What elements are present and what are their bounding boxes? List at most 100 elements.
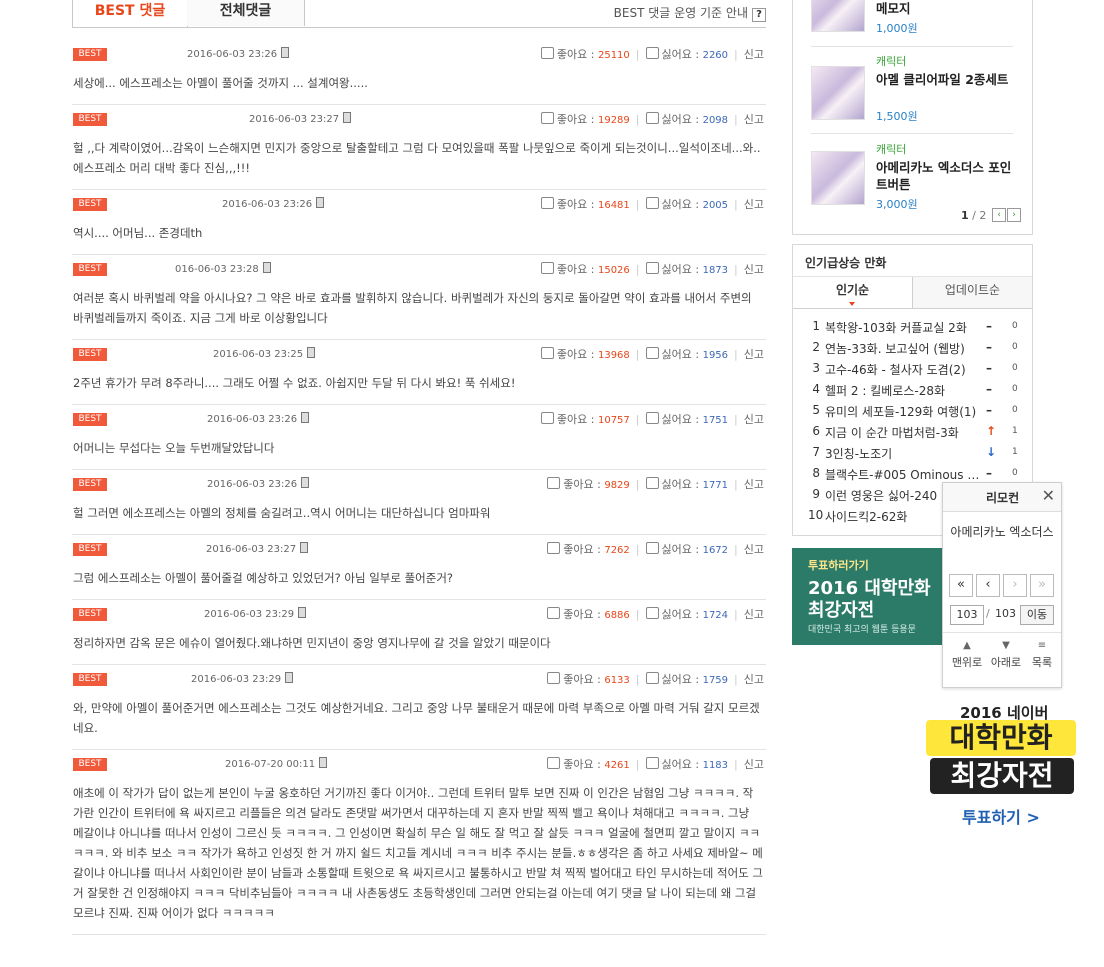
dislike-button[interactable]: 싫어요 : 1771 <box>645 477 728 491</box>
rank-title[interactable]: 복학왕-103화 커플교실 2화 <box>825 319 980 336</box>
dislike-label: 싫어요 <box>661 413 692 426</box>
dislike-count: 1873 <box>702 265 729 276</box>
report-button[interactable]: 신고 <box>744 113 764 126</box>
ranking-item[interactable]: 4 헬퍼 2 : 킬베로스-28화 – 0 <box>812 382 1022 402</box>
prev-page-button[interactable]: ‹ <box>976 574 1000 597</box>
like-button[interactable]: 좋아요 : 15026 <box>540 262 630 276</box>
like-button[interactable]: 좋아요 : 9829 <box>547 477 630 491</box>
last-page-button[interactable]: » <box>1030 574 1054 597</box>
comment-votes: 좋아요 : 19289 | 싫어요 : 2098 | 신고 <box>540 111 764 127</box>
rank-change-icon: – <box>986 382 992 396</box>
like-button[interactable]: 좋아요 : 19289 <box>540 112 630 126</box>
comment-date-text: 016-06-03 23:28 <box>175 264 259 275</box>
best-badge: BEST <box>73 478 107 491</box>
list-button[interactable]: ≡ 목록 <box>1023 640 1061 670</box>
rank-title[interactable]: 지금 이 순간 마법처럼-3화 <box>825 424 980 441</box>
tab-update[interactable]: 업데이트순 <box>913 277 1032 308</box>
goods-name[interactable]: 아멜 클리어파일 2종세트 <box>876 71 1016 88</box>
best-badge: BEST <box>73 198 107 211</box>
ranking-item[interactable]: 1 복학왕-103화 커플교실 2화 – 0 <box>812 319 1022 339</box>
report-button[interactable]: 신고 <box>744 758 764 771</box>
ranking-item[interactable]: 5 유미의 세포들-129화 여행(1) – 0 <box>812 403 1022 423</box>
dislike-button[interactable]: 싫어요 : 2260 <box>645 47 728 61</box>
next-page-button[interactable]: › <box>1003 574 1027 597</box>
scroll-down-button[interactable]: ▼ 아래로 <box>987 640 1025 670</box>
thumbs-up-icon <box>540 47 554 59</box>
like-button[interactable]: 좋아요 : 6886 <box>547 607 630 621</box>
ranking-item[interactable]: 2 연놈-33화. 보고싶어 (웹방) – 0 <box>812 340 1022 360</box>
dislike-button[interactable]: 싫어요 : 1759 <box>645 672 728 686</box>
report-button[interactable]: 신고 <box>744 348 764 361</box>
comment-item: BEST 2016-06-03 23:26 좋아요 : 9829 | 싫어요 : 177… <box>72 472 766 535</box>
move-button[interactable]: 이동 <box>1020 605 1054 625</box>
dislike-button[interactable]: 싫어요 : 1724 <box>645 607 728 621</box>
goods-name[interactable]: 아메리카노 엑소더스 포인트버튼 <box>876 159 1016 193</box>
report-button[interactable]: 신고 <box>744 263 764 276</box>
comment-date: 2016-06-03 23:27 <box>206 542 309 555</box>
goods-thumbnail[interactable] <box>811 66 865 120</box>
rank-title[interactable]: 블랙수트-#005 Ominous Sh <box>825 466 980 483</box>
help-icon[interactable]: ? <box>752 8 766 22</box>
dislike-label: 싫어요 <box>661 673 692 686</box>
dislike-button[interactable]: 싫어요 : 1956 <box>645 347 728 361</box>
like-button[interactable]: 좋아요 : 10757 <box>540 412 630 426</box>
best-guide-link[interactable]: BEST 댓글 운영 기준 안내? <box>614 4 766 22</box>
dislike-button[interactable]: 싫어요 : 1183 <box>645 757 728 771</box>
naver-contest-badge[interactable]: 2016 네이버 대학만화 최강자전 투표하기 > <box>916 702 1086 830</box>
report-button[interactable]: 신고 <box>744 478 764 491</box>
ranking-item[interactable]: 7 3인칭-노조기 ↓ 1 <box>812 445 1022 465</box>
report-button[interactable]: 신고 <box>744 673 764 686</box>
report-button[interactable]: 신고 <box>744 543 764 556</box>
dislike-button[interactable]: 싫어요 : 2005 <box>645 197 728 211</box>
first-page-button[interactable]: « <box>949 574 973 597</box>
goods-item[interactable]: 캐릭터 아멜 클리어파일 2종세트 1,500원 <box>811 53 1015 133</box>
dislike-button[interactable]: 싫어요 : 1751 <box>645 412 728 426</box>
best-badge: BEST <box>73 413 107 426</box>
like-button[interactable]: 좋아요 : 7262 <box>547 542 630 556</box>
like-button[interactable]: 좋아요 : 4261 <box>547 757 630 771</box>
dislike-button[interactable]: 싫어요 : 2098 <box>645 112 728 126</box>
like-label: 좋아요 <box>556 198 588 211</box>
report-button[interactable]: 신고 <box>744 48 764 61</box>
report-button[interactable]: 신고 <box>744 608 764 621</box>
scroll-top-button[interactable]: ▲ 맨위로 <box>948 640 986 670</box>
report-button[interactable]: 신고 <box>744 198 764 211</box>
page-number-input[interactable]: 103 <box>950 605 984 625</box>
like-button[interactable]: 좋아요 : 13968 <box>540 347 630 361</box>
like-button[interactable]: 좋아요 : 25110 <box>540 47 630 61</box>
rank-title[interactable]: 고수-46화 - 철사자 도겸(2) <box>825 361 980 378</box>
close-icon[interactable]: ✕ <box>1042 486 1055 505</box>
like-button[interactable]: 좋아요 : 16481 <box>540 197 630 211</box>
tab-popular[interactable]: 인기순 <box>793 277 913 308</box>
badge-title: 대학만화 <box>926 720 1076 756</box>
vote-link[interactable]: 투표하기 > <box>962 804 1040 828</box>
comment-votes: 좋아요 : 16481 | 싫어요 : 2005 | 신고 <box>540 196 764 212</box>
rank-title[interactable]: 헬퍼 2 : 킬베로스-28화 <box>825 382 980 399</box>
contest-banner[interactable]: 투표하러가기 2016 대학만화 최강자전 대한민국 최고의 웹툰 등용문 <box>792 548 942 645</box>
tab-best-comments[interactable]: BEST 댓글 <box>72 0 188 27</box>
goods-prev-button[interactable]: ‹ <box>992 208 1006 222</box>
dislike-label: 싫어요 <box>661 478 692 491</box>
rank-title[interactable]: 유미의 세포들-129화 여행(1) <box>825 403 980 420</box>
goods-thumbnail[interactable] <box>811 151 865 205</box>
rank-title[interactable]: 연놈-33화. 보고싶어 (웹방) <box>825 340 980 357</box>
goods-item[interactable]: 메모지 1,000원 <box>811 0 1015 35</box>
comment-date: 016-06-03 23:28 <box>175 262 271 275</box>
rank-number: 9 <box>812 487 820 501</box>
goods-thumbnail[interactable] <box>811 0 865 32</box>
rank-title[interactable]: 3인칭-노조기 <box>825 445 980 462</box>
report-button[interactable]: 신고 <box>744 413 764 426</box>
tab-all-comments[interactable]: 전체댓글 <box>187 0 305 26</box>
rank-change-icon: ↑ <box>986 424 997 438</box>
goods-next-button[interactable]: › <box>1007 208 1021 222</box>
best-badge: BEST <box>73 608 107 621</box>
dislike-button[interactable]: 싫어요 : 1873 <box>645 262 729 276</box>
goods-price: 1,500원 <box>876 110 918 123</box>
rank-change-icon: – <box>986 319 992 333</box>
dislike-button[interactable]: 싫어요 : 1672 <box>645 542 728 556</box>
ranking-item[interactable]: 3 고수-46화 - 철사자 도겸(2) – 0 <box>812 361 1022 381</box>
ranking-item[interactable]: 6 지금 이 순간 마법처럼-3화 ↑ 1 <box>812 424 1022 444</box>
goods-item[interactable]: 캐릭터 아메리카노 엑소더스 포인트버튼 3,000원 <box>811 141 1015 211</box>
like-button[interactable]: 좋아요 : 6133 <box>547 672 630 686</box>
goods-name[interactable]: 메모지 <box>876 0 1016 17</box>
